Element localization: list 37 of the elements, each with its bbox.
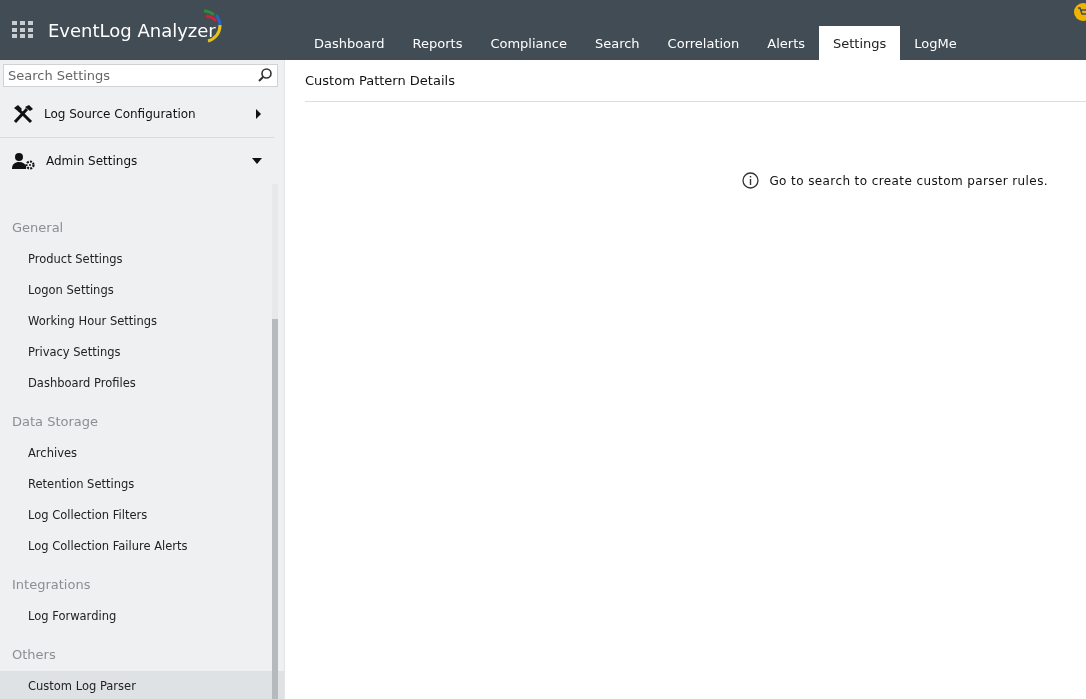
nav-tab[interactable]: Settings <box>819 26 901 60</box>
section-label: Admin Settings <box>46 154 139 168</box>
page-title: Custom Pattern Details <box>305 60 1086 102</box>
search-field[interactable]: Search Settings <box>3 64 278 87</box>
group-heading: Data Storage <box>11 412 100 431</box>
nav-tab[interactable]: Compliance <box>476 26 581 60</box>
section-label: Log Source Configuration <box>44 107 197 121</box>
nav-tab[interactable]: Alerts <box>753 26 819 60</box>
sidebar-link[interactable]: Log Collection Filters <box>0 500 284 531</box>
info-message: Go to search to create custom parser rules. <box>769 173 1048 188</box>
nav-tab[interactable]: Dashboard <box>300 26 399 60</box>
sidebar-link[interactable]: Log Collection Failure Alerts <box>0 531 284 562</box>
sidebar-link[interactable]: Log Forwarding <box>0 601 284 632</box>
sidebar-link[interactable]: Archives <box>0 438 284 469</box>
sidebar-link[interactable]: Dashboard Profiles <box>0 368 284 399</box>
group-heading: General <box>11 218 65 237</box>
nav-tab[interactable]: LogMe <box>900 26 971 60</box>
sidebar-link[interactable]: Custom Log Parser <box>0 671 284 699</box>
sidebar-section[interactable]: Admin Settings <box>0 137 274 184</box>
group-heading: Integrations <box>11 575 92 594</box>
sidebar-link[interactable]: Logon Settings <box>0 275 284 306</box>
nav-tab[interactable]: Reports <box>398 26 477 60</box>
sidebar-link[interactable]: Privacy Settings <box>0 337 284 368</box>
app-grid-icon[interactable] <box>12 21 34 39</box>
group-heading: Others <box>11 645 57 664</box>
sidebar-link[interactable]: Product Settings <box>0 244 284 275</box>
user-gear-icon <box>12 152 36 170</box>
tools-icon <box>12 104 34 124</box>
scrollbar-thumb[interactable] <box>272 319 278 699</box>
search-icon <box>257 67 273 83</box>
app-title: EventLog Analyzer <box>48 19 216 41</box>
sidebar-link[interactable]: Working Hour Settings <box>0 306 284 337</box>
sidebar-section[interactable]: Log Source Configuration <box>0 91 274 137</box>
nav-tab[interactable]: Search <box>580 26 654 60</box>
sidebar-link[interactable]: Retention Settings <box>0 469 284 500</box>
nav-tab[interactable]: Correlation <box>653 26 754 60</box>
info-icon <box>742 172 760 189</box>
